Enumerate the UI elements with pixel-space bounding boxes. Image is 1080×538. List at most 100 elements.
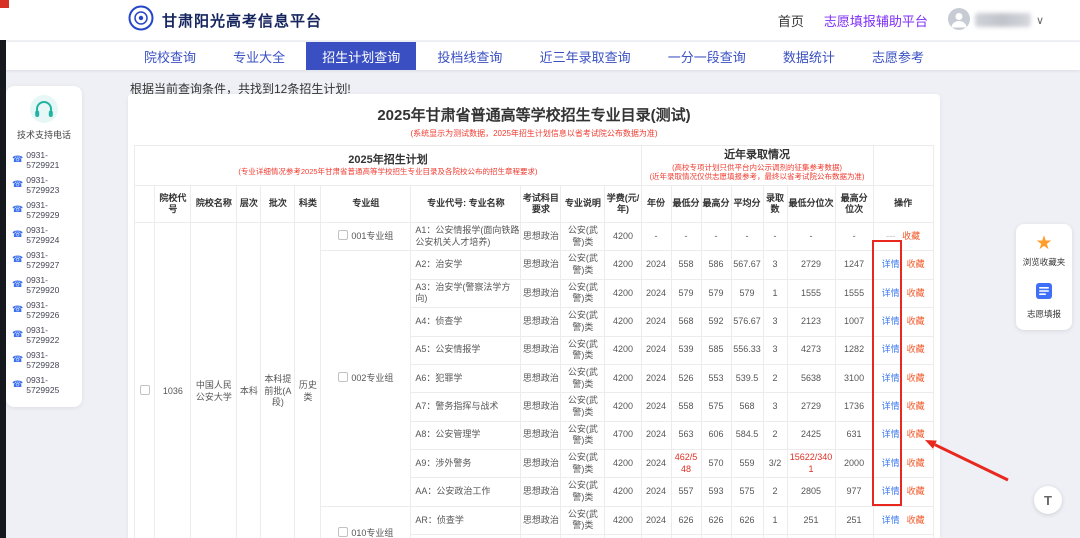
detail-link[interactable]: 详情 — [882, 288, 900, 298]
favorite-link[interactable]: 收藏 — [907, 259, 925, 269]
institution-checkbox[interactable] — [140, 385, 150, 395]
favorite-link[interactable]: 收藏 — [907, 316, 925, 326]
nav-item-reference[interactable]: 志愿参考 — [856, 42, 940, 70]
institution-checkbox-cell — [135, 223, 155, 538]
avg-score: 576.67 — [731, 308, 763, 336]
col-code: 院校代号 — [155, 185, 191, 223]
main-nav: 院校查询 专业大全 招生计划查询 投档线查询 近三年录取查询 一分一段查询 数据… — [0, 42, 1080, 70]
op-cell: 详情收藏 — [873, 535, 933, 538]
min-rank: 2729 — [787, 251, 835, 279]
favorite-link[interactable]: 收藏 — [907, 373, 925, 383]
detail-link[interactable]: 详情 — [882, 401, 900, 411]
home-link[interactable]: 首页 — [778, 11, 804, 30]
year: 2024 — [641, 251, 671, 279]
detail-link[interactable]: 详情 — [882, 259, 900, 269]
institution-batch: 本科提前批(A段) — [261, 223, 295, 538]
detail-link[interactable]: 详情 — [882, 373, 900, 383]
support-phone-panel: 技术支持电话 ☎0931-5729921 ☎0931-5729923 ☎0931… — [6, 86, 82, 407]
favorite-link[interactable]: 收藏 — [907, 515, 925, 525]
avatar — [948, 8, 970, 33]
col-major: 专业代号: 专业名称 — [411, 185, 521, 223]
min-score: 563 — [671, 421, 701, 449]
fee: 4200 — [605, 251, 641, 279]
max-rank: 1736 — [835, 393, 873, 421]
major-name: A1：公安情报学(面向铁路公安机关人才培养) — [411, 223, 521, 251]
detail-link[interactable]: 详情 — [882, 344, 900, 354]
avg-score: 575 — [731, 478, 763, 506]
detail-link[interactable]: 详情 — [882, 515, 900, 525]
detail-link[interactable]: 详情 — [882, 316, 900, 326]
adm-count: - — [763, 223, 787, 251]
major-desc: 公安(武警)类 — [561, 393, 605, 421]
detail-link[interactable]: 详情 — [882, 458, 900, 468]
favorite-link[interactable]: 收藏 — [907, 486, 925, 496]
max-score: 553 — [701, 364, 731, 392]
avg-score: 626 — [731, 506, 763, 534]
nav-item-statistics[interactable]: 数据统计 — [767, 42, 851, 70]
exam-subject: 思想政治 — [521, 223, 561, 251]
avg-score: 579 — [731, 279, 763, 307]
detail-link[interactable]: 详情 — [882, 486, 900, 496]
min-score: 462/548 — [671, 450, 701, 478]
nav-item-plan-search-active[interactable]: 招生计划查询 — [306, 42, 416, 70]
max-score: 593 — [701, 478, 731, 506]
nav-item-major-list[interactable]: 专业大全 — [217, 42, 301, 70]
max-score: 606 — [701, 421, 731, 449]
max-score: 579 — [701, 279, 731, 307]
min-rank: 5638 — [787, 364, 835, 392]
col-avg: 平均分 — [731, 185, 763, 223]
min-score: 557 — [671, 478, 701, 506]
fee: 4700 — [605, 421, 641, 449]
exam-subject: 思想政治 — [521, 251, 561, 279]
institution-category: 历史类 — [295, 223, 321, 538]
favorite-link[interactable]: 收藏 — [902, 231, 920, 241]
min-rank: 4273 — [787, 336, 835, 364]
user-menu[interactable]: ∨ — [948, 8, 1044, 33]
nav-item-score-segment[interactable]: 一分一段查询 — [652, 42, 762, 70]
assist-platform-link[interactable]: 志愿填报辅助平台 — [824, 11, 928, 30]
group-checkbox[interactable] — [338, 372, 348, 382]
major-desc: 公安(武警)类 — [561, 223, 605, 251]
favorite-link[interactable]: 收藏 — [907, 288, 925, 298]
nav-item-cutoff-search[interactable]: 投档线查询 — [421, 42, 518, 70]
top-header: 甘肃阳光高考信息平台 首页 志愿填报辅助平台 ∨ — [0, 0, 1080, 40]
min-score: 526 — [671, 364, 701, 392]
min-rank: - — [787, 223, 835, 251]
phone-item: ☎0931-5729927 — [10, 247, 78, 272]
favorite-link[interactable]: 收藏 — [907, 401, 925, 411]
year: 2024 — [641, 336, 671, 364]
major-desc: 公安(武警)类 — [561, 279, 605, 307]
major-name: A7：警务指挥与战术 — [411, 393, 521, 421]
op-cell: 详情收藏 — [873, 251, 933, 279]
max-rank — [835, 535, 873, 538]
detail-link[interactable]: 详情 — [882, 429, 900, 439]
col-year: 年份 — [641, 185, 671, 223]
exam-subject: 思想政治 — [521, 393, 561, 421]
op-cell: 详情收藏 — [873, 506, 933, 534]
fee: 4200 — [605, 364, 641, 392]
year: 2024 — [641, 478, 671, 506]
major-desc: 公安(武警)类 — [561, 364, 605, 392]
nav-item-college-search[interactable]: 院校查询 — [128, 42, 212, 70]
apply-widget[interactable]: 志愿填报 — [1027, 282, 1061, 320]
major-name: A9：涉外警务 — [411, 450, 521, 478]
min-rank — [787, 535, 835, 538]
group-checkbox[interactable] — [338, 527, 348, 537]
headset-icon — [10, 94, 78, 124]
favorite-link[interactable]: 收藏 — [907, 344, 925, 354]
op-cell: 详情收藏 — [873, 336, 933, 364]
nav-item-history-admission[interactable]: 近三年录取查询 — [524, 42, 647, 70]
major-name — [411, 535, 521, 538]
col-checkbox — [135, 185, 155, 223]
group-checkbox[interactable] — [338, 230, 348, 240]
exam-subject: 思想政治 — [521, 478, 561, 506]
favorite-link[interactable]: 收藏 — [907, 458, 925, 468]
max-rank: 251 — [835, 506, 873, 534]
back-to-top-button[interactable]: T — [1034, 486, 1062, 514]
institution-level: 本科 — [237, 223, 261, 538]
favorite-link[interactable]: 收藏 — [907, 429, 925, 439]
avg-score: 559 — [731, 450, 763, 478]
favorites-widget[interactable]: ★ 浏览收藏夹 — [1023, 234, 1066, 268]
institution-name-link[interactable]: 中国人民公安大学 — [191, 223, 237, 538]
exam-subject: 思想政治 — [521, 279, 561, 307]
